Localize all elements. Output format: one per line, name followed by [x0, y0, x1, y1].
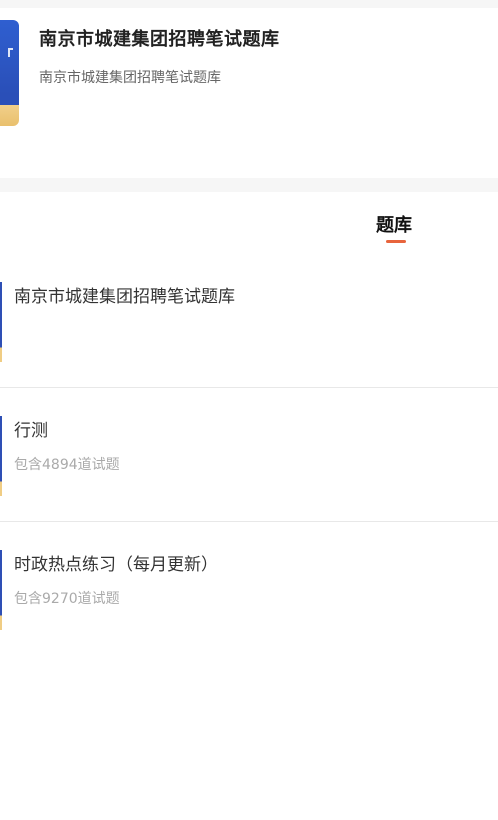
- list-item-count: 包含9270道试题: [14, 591, 120, 607]
- book-thumbnail: [0, 416, 2, 496]
- book-cover-image: [0, 20, 19, 126]
- question-bank-section: 题库 南京市城建集团招聘笔试题库 行测 包含4894道试题 时政热点练习（每月更…: [0, 192, 498, 820]
- list-item[interactable]: 行测 包含4894道试题: [0, 388, 498, 522]
- course-header-card: 南京市城建集团招聘笔试题库 南京市城建集团招聘笔试题库: [0, 8, 498, 178]
- bookmark-icon: [8, 48, 13, 57]
- book-thumbnail: [0, 550, 2, 630]
- course-title: 南京市城建集团招聘笔试题库: [39, 29, 280, 50]
- list-item[interactable]: 南京市城建集团招聘笔试题库: [0, 254, 498, 388]
- list-item-title: 时政热点练习（每月更新）: [14, 555, 218, 575]
- list-item[interactable]: 时政热点练习（每月更新） 包含9270道试题: [0, 522, 498, 656]
- list-item-title: 行测: [14, 421, 48, 441]
- course-subtitle: 南京市城建集团招聘笔试题库: [39, 70, 221, 86]
- list-item-title: 南京市城建集团招聘笔试题库: [14, 287, 235, 307]
- book-thumbnail: [0, 282, 2, 362]
- tab-question-bank[interactable]: 题库: [376, 211, 412, 237]
- page: 南京市城建集团招聘笔试题库 南京市城建集团招聘笔试题库 题库 南京市城建集团招聘…: [0, 0, 498, 820]
- tab-active-indicator: [386, 240, 406, 243]
- list-item-count: 包含4894道试题: [14, 457, 120, 473]
